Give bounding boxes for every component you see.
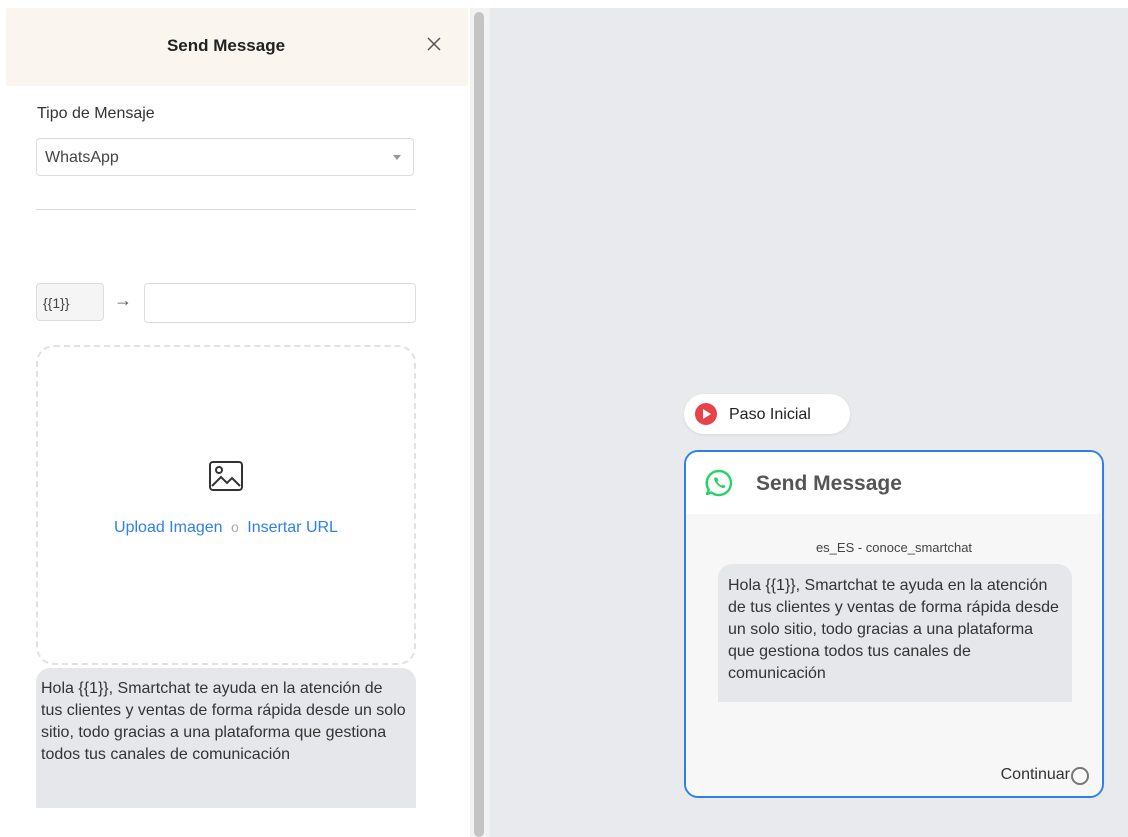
arrow-right-icon: → bbox=[114, 290, 132, 310]
node-header: Send Message bbox=[686, 452, 1102, 514]
whatsapp-icon bbox=[705, 469, 733, 497]
node-body: es_ES - conoce_smartchat Hola {{1}}, Sma… bbox=[686, 514, 1102, 796]
image-upload-area[interactable]: Upload Imagen o Insertar URL bbox=[36, 345, 416, 665]
play-icon bbox=[695, 403, 717, 425]
close-icon[interactable] bbox=[424, 34, 444, 54]
node-title: Send Message bbox=[756, 472, 902, 495]
insert-url-link[interactable]: Insertar URL bbox=[247, 519, 338, 536]
scrollbar-thumb[interactable] bbox=[474, 12, 484, 837]
start-step-label: Paso Inicial bbox=[729, 406, 811, 423]
template-name: es_ES - conoce_smartchat bbox=[815, 540, 973, 555]
image-icon bbox=[209, 461, 243, 491]
message-preview: Hola {{1}}, Smartchat te ayuda en la ate… bbox=[36, 668, 416, 808]
variable-value-input[interactable] bbox=[144, 283, 416, 323]
or-separator: o bbox=[231, 519, 239, 535]
variable-tag: {{1}} bbox=[36, 283, 104, 321]
chevron-down-icon bbox=[393, 155, 401, 160]
start-step-node[interactable]: Paso Inicial bbox=[684, 394, 850, 434]
divider bbox=[36, 209, 416, 210]
upload-links: Upload Imagen o Insertar URL bbox=[38, 519, 414, 537]
upload-image-link[interactable]: Upload Imagen bbox=[114, 519, 223, 536]
send-message-node[interactable]: Send Message es_ES - conoce_smartchat Ho… bbox=[684, 450, 1104, 798]
panel-title: Send Message bbox=[166, 36, 286, 55]
continue-label: Continuar bbox=[1000, 766, 1070, 783]
node-message-bubble: Hola {{1}}, Smartchat te ayuda en la ate… bbox=[718, 564, 1072, 702]
message-type-select[interactable]: WhatsApp bbox=[36, 138, 414, 176]
message-type-label: Tipo de Mensaje bbox=[37, 105, 155, 122]
message-type-value: WhatsApp bbox=[45, 149, 119, 166]
continue-connector[interactable] bbox=[1071, 767, 1089, 785]
panel-header: Send Message bbox=[6, 8, 468, 86]
